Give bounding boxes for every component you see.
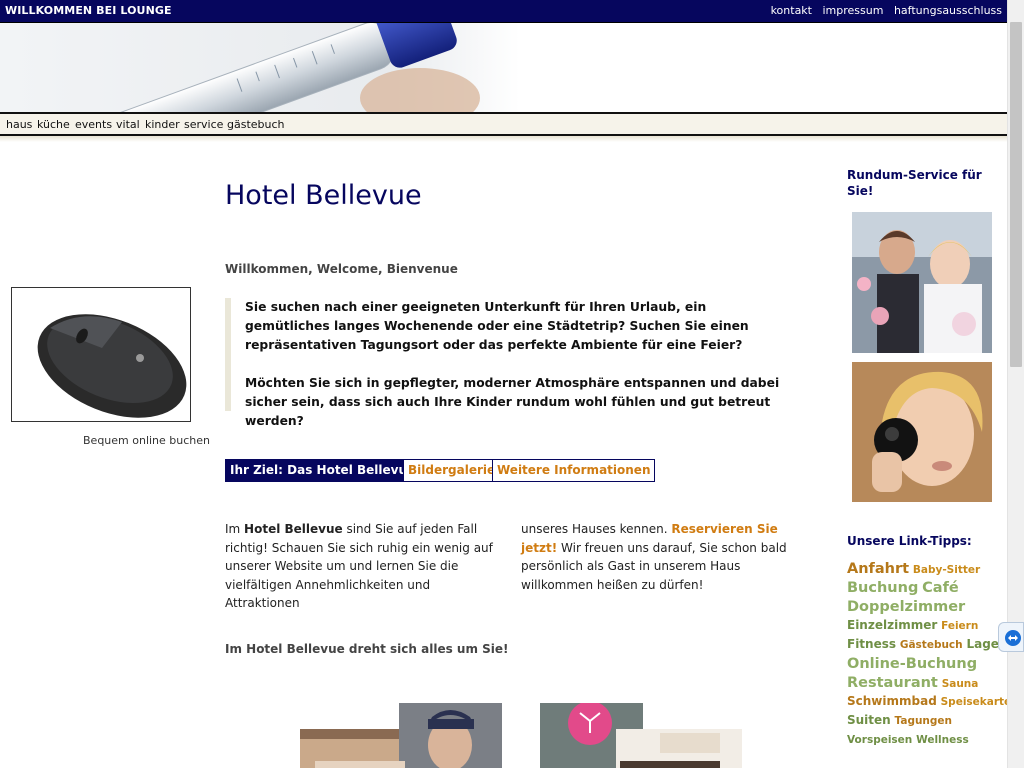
wedding-couple-image <box>852 212 992 353</box>
tag-online-buchung[interactable]: Online-Buchung <box>847 656 977 672</box>
hotel-name-bold: Hotel Bellevue <box>244 522 343 536</box>
header-banner <box>0 23 1007 112</box>
online-booking-caption[interactable]: Bequem online buchen <box>83 434 210 447</box>
tab-bildergalerie[interactable]: Bildergalerie <box>403 459 501 482</box>
top-link-kontakt[interactable]: kontakt <box>771 4 812 17</box>
tag-schwimmbad[interactable]: Schwimmbad <box>847 694 937 708</box>
tag-line: Schwimmbad Speisekarte <box>847 694 1011 713</box>
tag-suiten[interactable]: Suiten <box>847 713 891 727</box>
wedding-photo[interactable] <box>852 212 992 353</box>
tab-hotel-bellevue[interactable]: Ihr Ziel: Das Hotel Bellevue <box>225 459 421 482</box>
banner-syringe-image <box>0 23 520 112</box>
slogan: Im Hotel Bellevue dreht sich alles um Si… <box>225 642 509 656</box>
top-link-impressum[interactable]: impressum <box>823 4 884 17</box>
page-title: Hotel Bellevue <box>225 180 422 211</box>
tag-gaestebuch[interactable]: Gästebuch <box>900 639 963 651</box>
text-fragment: Im <box>225 522 245 536</box>
photo-collage-right <box>540 703 742 768</box>
welcome-line: Willkommen, Welcome, Bienvenue <box>225 262 458 276</box>
online-booking-image[interactable] <box>11 287 191 422</box>
tag-lage[interactable]: Lage <box>966 637 998 651</box>
tag-line: Fitness Gästebuch Lage <box>847 637 1007 656</box>
tag-feiern[interactable]: Feiern <box>941 620 978 632</box>
tag-vorspeisen[interactable]: Vorspeisen <box>847 734 912 746</box>
tag-line: Anfahrt Baby-Sitter <box>847 561 1007 580</box>
intro-paragraph-2: Möchten Sie sich in gepflegter, moderner… <box>245 376 780 428</box>
tag-line: Vorspeisen Wellness <box>847 732 1007 751</box>
nav-item-kueche[interactable]: küche <box>37 118 70 131</box>
site-name: WILLKOMMEN BEI LOUNGE <box>5 4 172 17</box>
tag-einzelzimmer[interactable]: Einzelzimmer <box>847 618 937 632</box>
tag-doppelzimmer[interactable]: Doppelzimmer <box>847 599 965 615</box>
nav-item-haus[interactable]: haus <box>6 118 32 131</box>
text-fragment: unseres Hauses kennen. <box>521 522 672 536</box>
tag-line: Buchung Café <box>847 580 1007 599</box>
nav-item-events[interactable]: events <box>75 118 112 131</box>
tag-sauna[interactable]: Sauna <box>942 678 979 690</box>
remote-support-icon <box>1005 630 1021 646</box>
tag-speisekarte[interactable]: Speisekarte <box>941 696 1012 708</box>
tag-buchung[interactable]: Buchung <box>847 580 918 596</box>
top-links: kontakt impressum haftungsausschluss <box>764 4 1002 17</box>
tab-weitere-informationen[interactable]: Weitere Informationen <box>492 459 656 482</box>
sidebar-heading: Rundum-Service für Sie! <box>847 168 982 198</box>
computer-mouse-icon <box>12 288 190 421</box>
main-nav: haus küche events vital kinder service g… <box>0 112 1007 136</box>
tag-restaurant[interactable]: Restaurant <box>847 675 938 691</box>
remote-support-widget[interactable] <box>998 622 1024 652</box>
leisure-photo-image <box>540 703 742 768</box>
nav-shadow <box>0 136 1007 142</box>
staff-photo-image <box>300 703 502 768</box>
photo-collage-left <box>300 703 502 768</box>
top-link-haftungsausschluss[interactable]: haftungsausschluss <box>894 4 1002 17</box>
tag-line: Online-Buchung <box>847 656 1007 675</box>
tag-line: Restaurant Sauna <box>847 675 1007 694</box>
tag-wellness[interactable]: Wellness <box>916 734 969 746</box>
tag-fitness[interactable]: Fitness <box>847 637 896 651</box>
tag-line: Suiten Tagungen <box>847 713 1007 732</box>
woman-with-mirror-image <box>852 362 992 502</box>
top-bar: WILLKOMMEN BEI LOUNGE kontakt impressum … <box>0 0 1007 23</box>
tag-anfahrt[interactable]: Anfahrt <box>847 561 909 577</box>
nav-item-vital[interactable]: vital <box>116 118 140 131</box>
link-tips-heading: Unsere Link-Tipps: <box>847 534 972 548</box>
scrollbar-thumb[interactable] <box>1010 22 1022 367</box>
text-column-left: Im Hotel Bellevue sind Sie auf jeden Fal… <box>225 520 500 613</box>
tag-line: Einzelzimmer Feiern <box>847 618 1007 637</box>
nav-item-gaestebuch[interactable]: gästebuch <box>227 118 285 131</box>
text-column-right: unseres Hauses kennen. Reservieren Sie j… <box>521 520 796 594</box>
nav-item-service[interactable]: service <box>184 118 223 131</box>
tag-cloud: Anfahrt Baby-Sitter Buchung Café Doppelz… <box>847 561 1011 751</box>
text-fragment: Wir freuen uns darauf, Sie schon bald pe… <box>521 540 787 592</box>
tag-line: Doppelzimmer <box>847 599 1007 618</box>
intro-quote: Sie suchen nach einer geeigneten Unterku… <box>225 298 795 428</box>
intro-paragraph-1: Sie suchen nach einer geeigneten Unterku… <box>245 300 749 352</box>
tag-tagungen[interactable]: Tagungen <box>895 715 952 727</box>
beauty-photo[interactable] <box>852 362 992 502</box>
nav-item-kinder[interactable]: kinder <box>145 118 180 131</box>
tag-baby-sitter[interactable]: Baby-Sitter <box>913 564 980 576</box>
tag-cafe[interactable]: Café <box>922 580 959 596</box>
